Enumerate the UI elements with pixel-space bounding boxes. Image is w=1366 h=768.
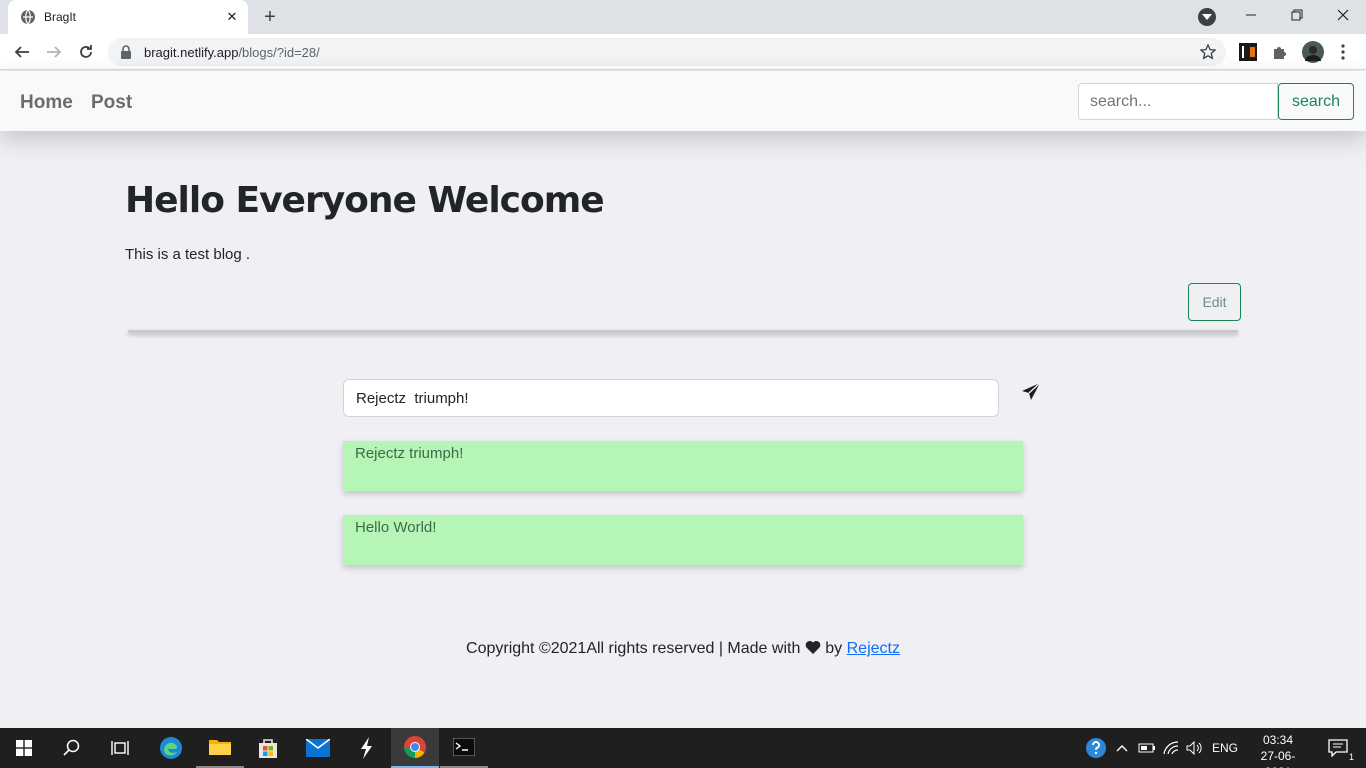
close-window-icon[interactable]: [1320, 0, 1366, 30]
extensions-puzzle-icon[interactable]: [1270, 42, 1290, 62]
url-text: bragit.netlify.app/blogs/?id=28/: [144, 45, 320, 60]
search-input[interactable]: [1078, 83, 1278, 120]
app-lightning-icon[interactable]: [342, 728, 390, 768]
comment-text: Hello World!: [355, 519, 437, 536]
tab-title: BragIt: [44, 10, 77, 24]
search-button[interactable]: search: [1278, 83, 1354, 120]
file-explorer-icon[interactable]: [196, 728, 244, 768]
site-navbar: Home Post search: [0, 71, 1366, 131]
browser-menu-icon[interactable]: [1333, 42, 1353, 62]
browser-toolbar: bragit.netlify.app/blogs/?id=28/: [0, 34, 1366, 70]
footer-by: by: [825, 640, 843, 657]
url-host: bragit.netlify.app: [144, 44, 239, 60]
bookmark-star-icon[interactable]: [1199, 43, 1217, 60]
section-divider: [128, 330, 1238, 333]
post-body: This is a test blog .: [125, 246, 251, 263]
profile-avatar-icon[interactable]: [1301, 40, 1325, 64]
new-tab-icon[interactable]: +: [258, 5, 282, 29]
address-bar[interactable]: bragit.netlify.app/blogs/?id=28/: [108, 38, 1226, 66]
close-tab-icon[interactable]: ✕: [222, 7, 242, 27]
notification-count: 1: [1348, 752, 1354, 762]
url-path: /blogs/?id=28/: [238, 44, 320, 60]
help-icon[interactable]: [1084, 728, 1108, 768]
comment-text: Rejectz triumph!: [355, 445, 464, 462]
footer: Copyright ©2021All rights reserved | Mad…: [0, 640, 1366, 660]
clock-date: 27-06-2021: [1260, 749, 1296, 768]
nav-link-home[interactable]: Home: [20, 92, 73, 114]
back-icon[interactable]: [10, 40, 34, 64]
terminal-icon[interactable]: [440, 728, 488, 768]
task-view-icon[interactable]: [96, 728, 144, 768]
nav-link-post[interactable]: Post: [91, 92, 132, 114]
edge-browser-icon[interactable]: [147, 728, 195, 768]
heart-icon: [805, 640, 821, 660]
windows-taskbar: ENG 03:34 27-06-2021 1: [0, 728, 1366, 768]
browser-tab-strip: BragIt ✕ +: [0, 0, 1366, 34]
window-controls: [1228, 0, 1366, 30]
reload-icon[interactable]: [74, 40, 98, 64]
mail-icon[interactable]: [294, 728, 342, 768]
comment-item: Rejectz triumph!: [343, 441, 1023, 491]
clock-time: 03:34: [1262, 733, 1294, 747]
send-icon[interactable]: [1020, 381, 1042, 403]
show-hidden-icons-icon[interactable]: [1112, 728, 1132, 768]
edit-button[interactable]: Edit: [1188, 283, 1241, 321]
browser-tab[interactable]: BragIt ✕: [8, 0, 248, 34]
notifications-icon[interactable]: 1: [1318, 728, 1358, 768]
globe-icon: [20, 9, 36, 25]
windows-start-icon[interactable]: [0, 728, 48, 768]
lock-icon: [120, 45, 134, 59]
footer-author-link[interactable]: Rejectz: [847, 640, 900, 657]
forward-icon[interactable]: [42, 40, 66, 64]
language-indicator[interactable]: ENG: [1212, 741, 1238, 755]
volume-icon[interactable]: [1183, 728, 1205, 768]
restore-icon[interactable]: [1274, 0, 1320, 30]
wifi-icon[interactable]: [1160, 728, 1182, 768]
post-title: Hello Everyone Welcome: [125, 180, 605, 221]
battery-icon[interactable]: [1136, 728, 1158, 768]
system-clock[interactable]: 03:34 27-06-2021: [1248, 732, 1308, 768]
extension-lh-icon[interactable]: [1238, 42, 1258, 62]
footer-copyright: Copyright ©2021All rights reserved | Mad…: [466, 640, 801, 657]
minimize-icon[interactable]: [1228, 0, 1274, 30]
search-icon[interactable]: [48, 728, 96, 768]
comment-input[interactable]: [343, 379, 999, 417]
chrome-icon[interactable]: [391, 728, 439, 768]
tab-search-icon[interactable]: [1198, 8, 1216, 26]
comment-item: Hello World!: [343, 515, 1023, 565]
microsoft-store-icon[interactable]: [244, 728, 292, 768]
